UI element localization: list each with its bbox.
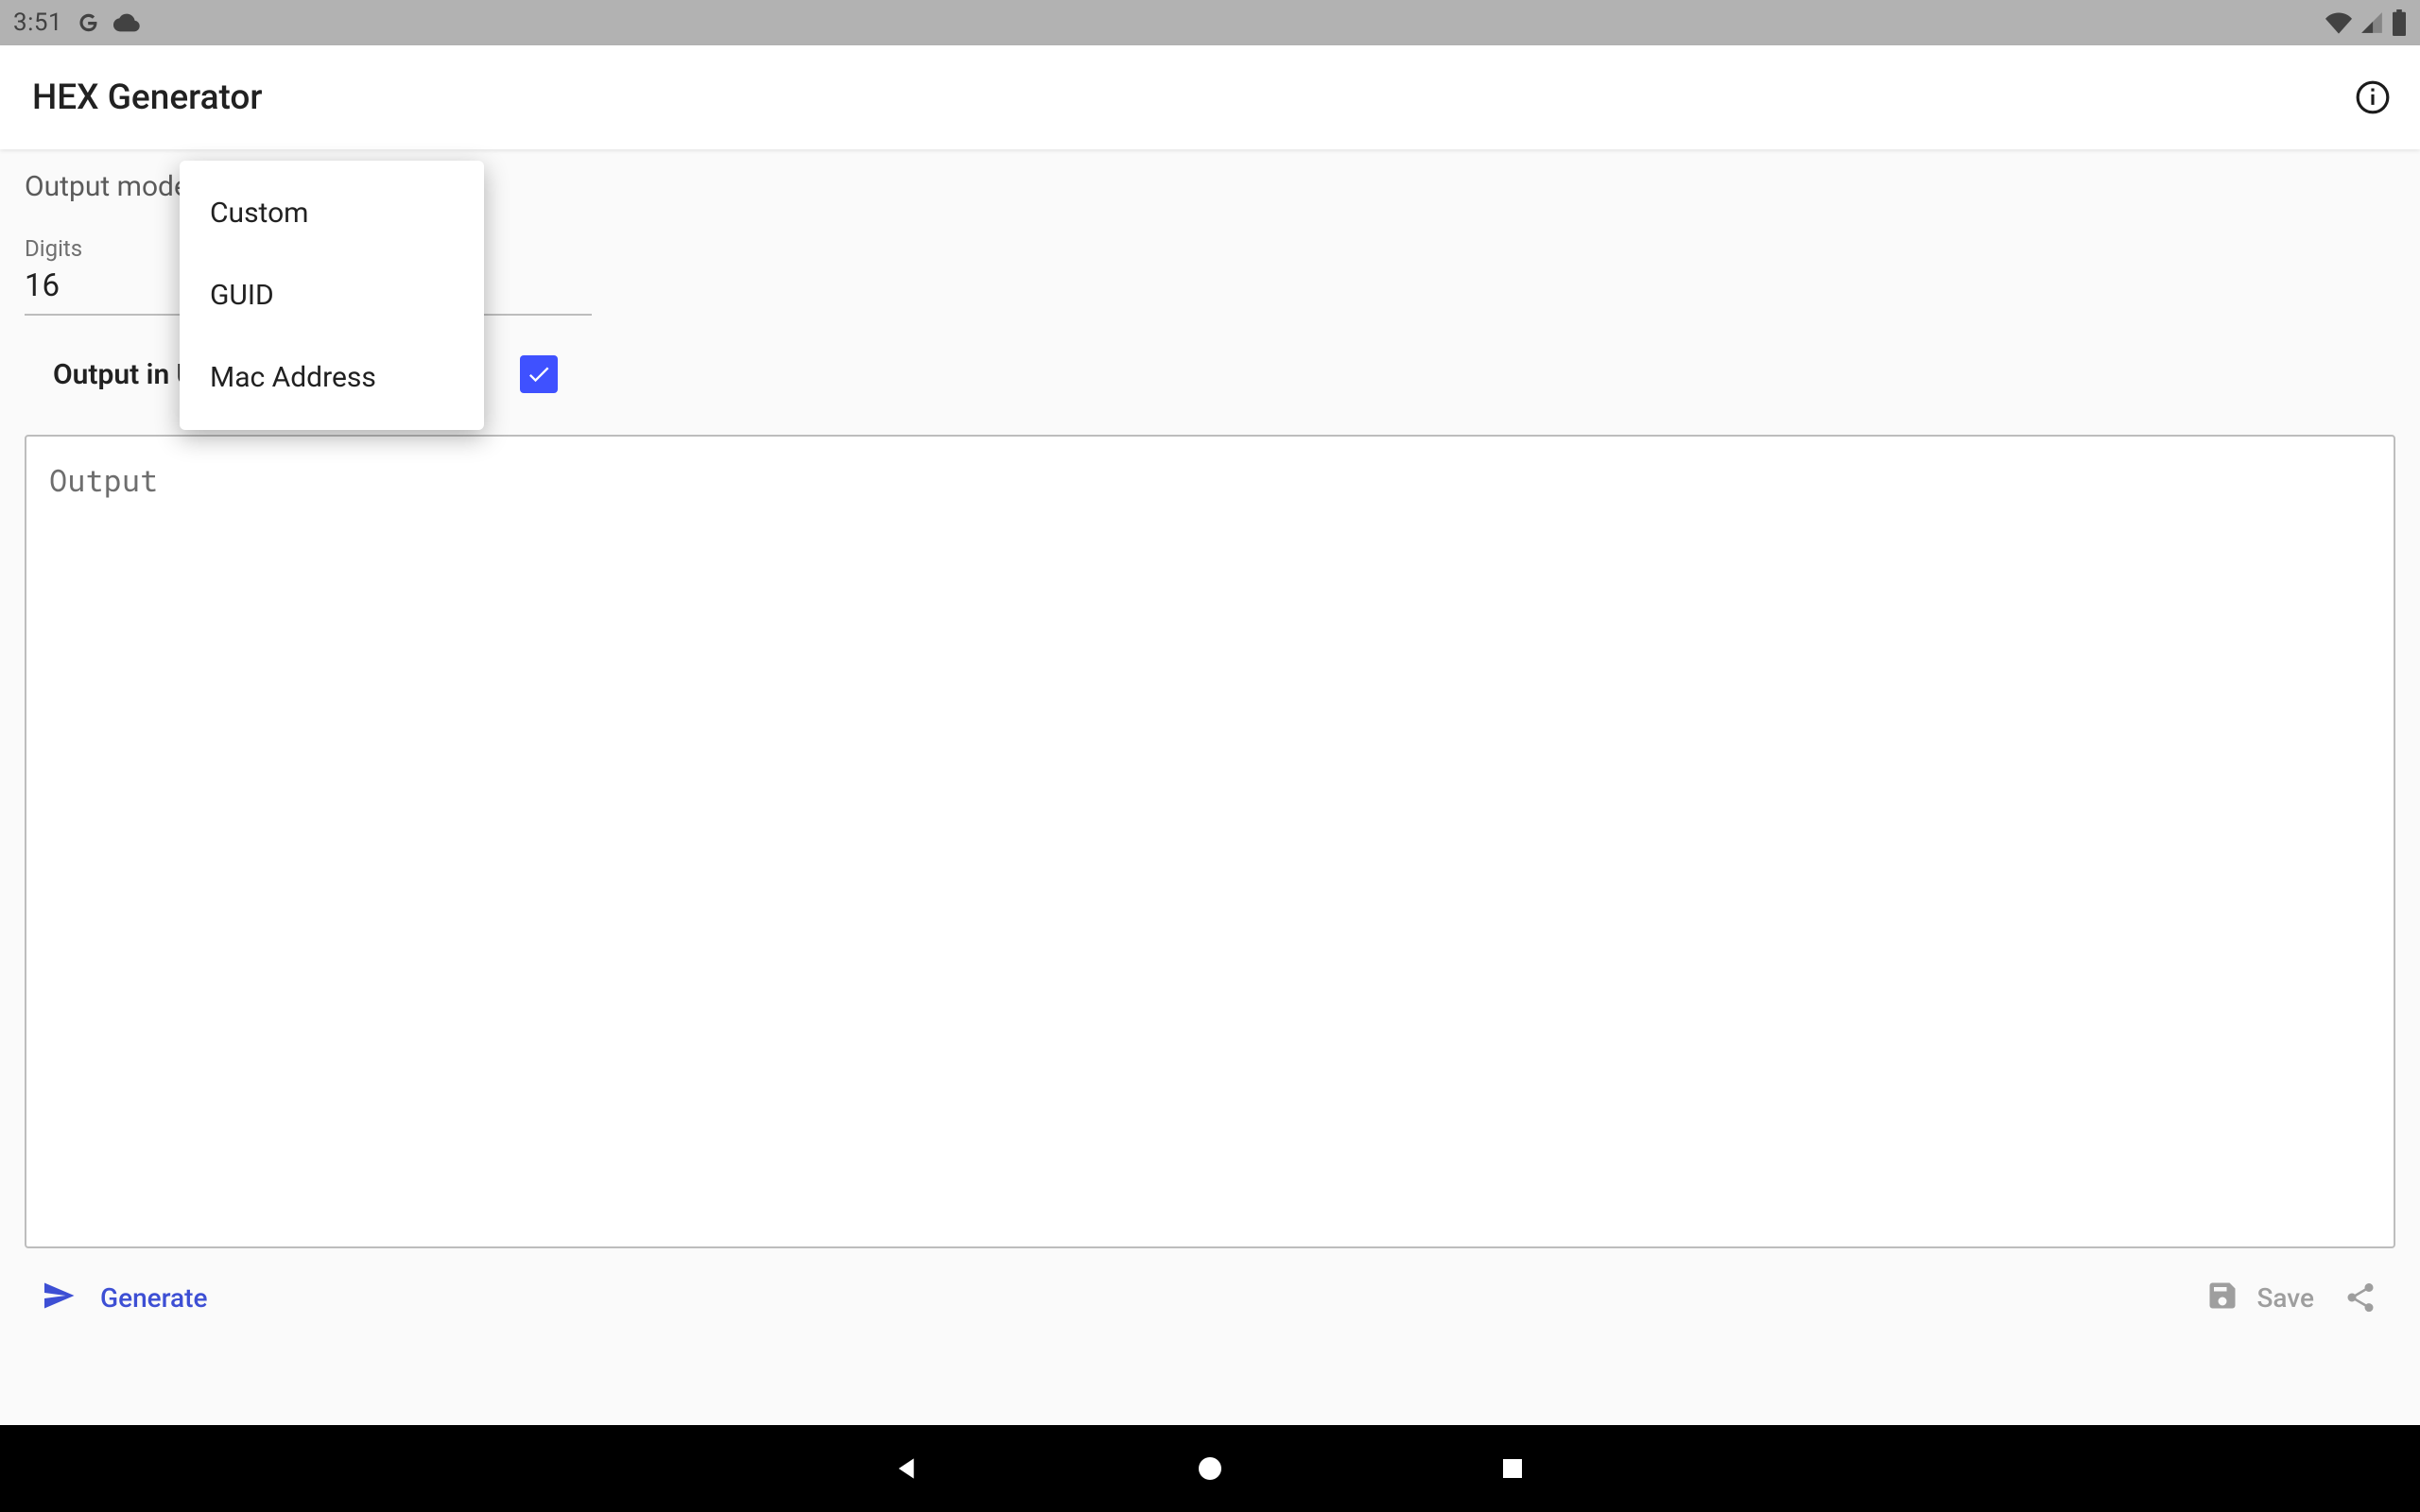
share-button[interactable] [2342,1280,2378,1315]
battery-icon [2392,9,2407,36]
cloud-icon [113,9,140,36]
output-textarea[interactable]: Output [25,435,2395,1248]
save-label: Save [2256,1282,2314,1314]
bottom-action-bar: Generate Save [0,1248,2420,1347]
app-title: HEX Generator [32,77,262,118]
generate-label: Generate [100,1282,207,1314]
check-icon [526,361,552,387]
menu-item-mac-address[interactable]: Mac Address [180,336,484,419]
share-icon [2343,1280,2377,1314]
menu-item-guid[interactable]: GUID [180,254,484,336]
google-g-icon [76,10,100,35]
save-icon [2205,1279,2239,1316]
circle-home-icon [1195,1453,1225,1484]
android-nav-bar [0,1425,2420,1512]
cell-signal-icon [2360,10,2384,35]
square-recent-icon [1498,1454,1527,1483]
send-icon [42,1279,76,1316]
generate-button[interactable]: Generate [42,1279,207,1316]
nav-home-button[interactable] [1191,1450,1229,1487]
android-status-bar: 3:51 [0,0,2420,45]
nav-recent-button[interactable] [1494,1450,1531,1487]
info-button[interactable] [2354,78,2392,116]
menu-item-custom[interactable]: Custom [180,172,484,254]
output-mode-menu: Custom GUID Mac Address [180,161,484,430]
wifi-icon [2325,9,2352,36]
output-placeholder: Output [49,459,158,500]
uppercase-checkbox[interactable] [520,355,558,393]
nav-back-button[interactable] [889,1450,926,1487]
status-time: 3:51 [13,9,62,37]
app-bar: HEX Generator [0,45,2420,149]
triangle-back-icon [892,1453,923,1484]
save-button[interactable]: Save [2205,1279,2314,1316]
